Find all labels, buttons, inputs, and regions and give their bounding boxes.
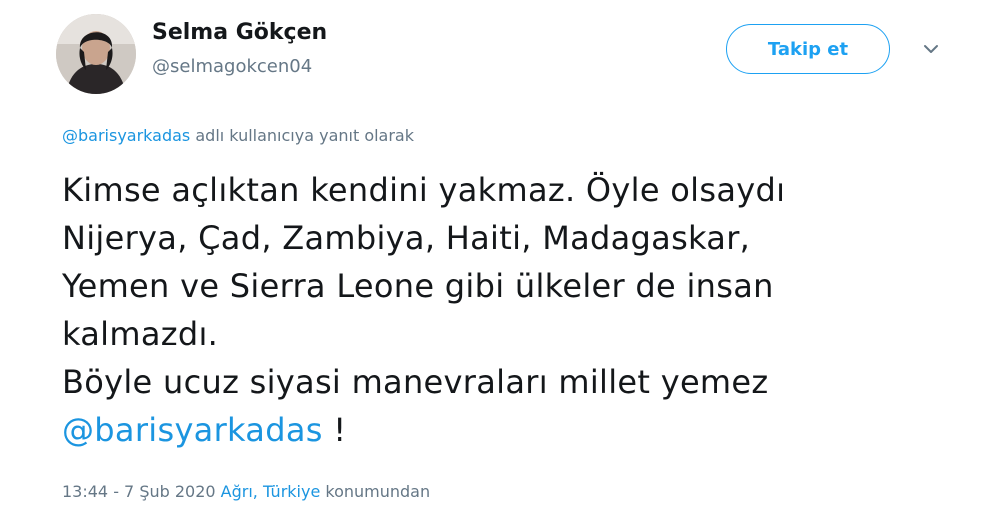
tweet-line: Kimse açlıktan kendini yakmaz. Öyle olsa… <box>62 171 786 209</box>
chevron-down-icon[interactable] <box>922 42 940 56</box>
user-handle[interactable]: @selmagokcen04 <box>152 56 312 77</box>
tweet-ending: ! <box>322 411 347 449</box>
tweet-last-line: @barisyarkadas ! <box>62 406 962 454</box>
tweet-line: Yemen ve Sierra Leone gibi ülkeler de in… <box>62 267 774 305</box>
reply-mention-link[interactable]: @barisyarkadas <box>62 126 190 145</box>
tweet-mention-link[interactable]: @barisyarkadas <box>62 411 323 449</box>
display-name[interactable]: Selma Gökçen <box>152 20 327 45</box>
tweet-line: Böyle ucuz siyasi manevraları millet yem… <box>62 363 769 401</box>
tweet-timestamp[interactable]: 13:44 - 7 Şub 2020 <box>62 482 216 501</box>
tweet-line: Nijerya, Çad, Zambiya, Haiti, Madagaskar… <box>62 219 751 257</box>
tweet-metadata: 13:44 - 7 Şub 2020 Ağrı, Türkiye konumun… <box>62 482 430 501</box>
location-suffix: konumundan <box>325 482 431 501</box>
profile-photo <box>56 14 136 94</box>
tweet-text: Kimse açlıktan kendini yakmaz. Öyle olsa… <box>62 166 962 454</box>
avatar[interactable] <box>56 14 136 94</box>
tweet-location-link[interactable]: Ağrı, Türkiye <box>221 482 321 501</box>
reply-context-text: adlı kullanıcıya yanıt olarak <box>195 126 414 145</box>
reply-context: @barisyarkadas adlı kullanıcıya yanıt ol… <box>62 126 414 145</box>
follow-button[interactable]: Takip et <box>726 24 890 74</box>
tweet-line: kalmazdı. <box>62 315 219 353</box>
